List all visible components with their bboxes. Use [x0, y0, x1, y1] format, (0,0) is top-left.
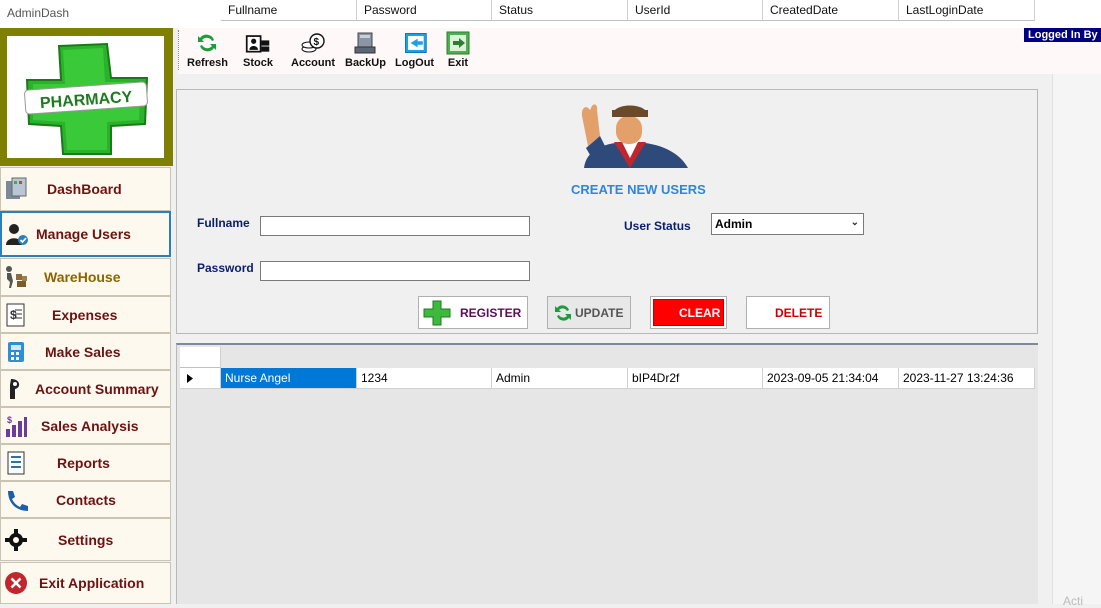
sidebar-item-label: Settings — [58, 531, 114, 548]
row-pointer-icon — [187, 374, 193, 383]
backup-icon — [354, 32, 376, 54]
user-status-label: User Status — [624, 219, 691, 233]
chevron-down-icon: ⌄ — [850, 217, 859, 228]
fullname-input[interactable] — [260, 216, 530, 236]
table-row-cell[interactable]: bIP4Dr2f — [628, 368, 763, 389]
table-row-cell[interactable]: Nurse Angel — [221, 368, 357, 389]
analysis-icon: $ — [6, 415, 27, 437]
grid-header-status[interactable]: Status — [492, 0, 628, 21]
user-status-select[interactable]: Admin ⌄ — [711, 213, 864, 235]
account-icon: $ — [301, 33, 325, 53]
stock-icon — [245, 35, 270, 53]
sidebar-item-exit-application[interactable]: Exit Application — [0, 562, 171, 604]
warehouse-icon — [6, 266, 27, 288]
sidebar-item-label: Exit Application — [39, 575, 145, 591]
user-status-value: Admin — [715, 217, 753, 231]
refresh-button[interactable]: Refresh — [187, 31, 228, 69]
right-strip — [1052, 74, 1101, 604]
sidebar-item-label: Account Summary — [35, 380, 159, 397]
grid-header-createddate[interactable]: CreatedDate — [763, 0, 899, 21]
sidebar-item-label: Reports — [57, 454, 110, 471]
form-title: CREATE NEW USERS — [571, 182, 706, 197]
grid-corner-header — [180, 347, 221, 368]
table-row-header[interactable] — [180, 368, 221, 389]
pharmacy-cross-icon: PHARMACY — [24, 42, 149, 155]
window-title: AdminDash — [7, 6, 70, 20]
grid-header-password[interactable]: Password — [357, 0, 492, 21]
password-input[interactable] — [260, 261, 530, 281]
toolbar-grip — [178, 30, 181, 70]
grid-header-fullname[interactable]: Fullname — [221, 0, 357, 21]
password-label: Password — [197, 261, 254, 275]
phone-icon — [8, 490, 28, 511]
sidebar-item-contacts[interactable]: Contacts — [0, 481, 171, 518]
gear-icon — [5, 528, 27, 551]
activation-watermark: Acti — [1063, 594, 1084, 608]
sidebar-item-label: Make Sales — [45, 343, 121, 360]
refresh-icon — [198, 34, 217, 52]
sidebar-item-expenses[interactable]: $ Expenses — [0, 296, 171, 333]
sidebar-item-dashboard[interactable]: DashBoard — [0, 167, 171, 211]
sidebar-item-label: WareHouse — [44, 269, 121, 285]
users-icon — [6, 224, 28, 245]
stock-button[interactable]: Stock — [243, 31, 273, 69]
logout-icon — [404, 33, 427, 53]
refresh-icon — [555, 305, 571, 321]
sidebar-item-make-sales[interactable]: Make Sales — [0, 333, 171, 370]
user-avatar-icon — [581, 104, 688, 168]
sidebar-item-account-summary[interactable]: Account Summary — [0, 370, 171, 407]
sidebar-item-sales-analysis[interactable]: $ Sales Analysis — [0, 407, 171, 444]
table-row-cell[interactable]: 2023-11-27 13:24:36 — [899, 368, 1035, 389]
fullname-label: Fullname — [197, 216, 250, 230]
svg-text:$: $ — [314, 37, 320, 48]
sidebar-item-warehouse[interactable]: WareHouse — [0, 258, 171, 296]
table-row-cell[interactable]: 2023-09-05 21:34:04 — [763, 368, 899, 389]
sidebar-item-settings[interactable]: Settings — [0, 518, 171, 561]
sidebar-item-label: Expenses — [52, 306, 118, 323]
svg-text:$: $ — [7, 415, 12, 425]
account-summary-icon — [10, 378, 20, 399]
clear-button[interactable]: CLEAR — [650, 296, 727, 329]
sidebar-item-manage-users[interactable]: Manage Users — [0, 211, 171, 257]
exit-button[interactable]: Exit — [445, 31, 471, 69]
logo-frame: PHARMACY — [0, 28, 173, 166]
logged-in-label: Logged In By — [1024, 28, 1101, 42]
account-button[interactable]: $ Account — [291, 31, 335, 69]
exit-icon — [446, 31, 470, 55]
add-icon — [423, 300, 451, 326]
register-button[interactable]: REGISTER — [418, 296, 528, 329]
grid-header-lastlogindate[interactable]: LastLoginDate — [899, 0, 1035, 21]
sales-icon — [8, 341, 24, 362]
delete-button[interactable]: DELETE — [746, 296, 830, 329]
table-row-cell[interactable]: 1234 — [357, 368, 492, 389]
dashboard-icon — [6, 177, 27, 199]
reports-icon — [7, 451, 25, 474]
backup-button[interactable]: BackUp — [345, 31, 386, 69]
pharmacy-logo: PHARMACY — [7, 36, 164, 158]
expenses-icon: $ — [6, 303, 25, 326]
update-button[interactable]: UPDATE — [547, 296, 631, 329]
grid-header-userid[interactable]: UserId — [628, 0, 763, 21]
sidebar-item-label: Sales Analysis — [41, 417, 139, 434]
sidebar-item-label: Manage Users — [36, 226, 131, 242]
close-icon — [5, 572, 27, 594]
sidebar-item-label: Contacts — [56, 491, 116, 508]
logout-button[interactable]: LogOut — [395, 31, 434, 69]
sidebar-item-label: DashBoard — [47, 181, 122, 197]
table-row-cell[interactable]: Admin — [492, 368, 628, 389]
sidebar-item-reports[interactable]: Reports — [0, 444, 171, 481]
